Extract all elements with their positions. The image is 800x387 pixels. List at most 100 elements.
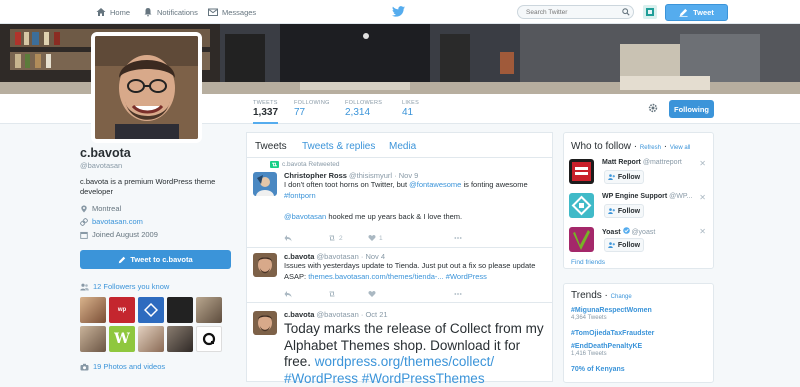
tweet-item[interactable]: c.bavota @bavotasan · Nov 4 Issues with … <box>247 248 552 303</box>
tab-tweets[interactable]: Tweets <box>255 141 287 152</box>
follower-avatar[interactable] <box>138 297 164 323</box>
account-avatar[interactable] <box>643 5 657 19</box>
url-link[interactable]: wordpress.org/themes/collect/ <box>315 354 494 369</box>
nav-home[interactable]: Home <box>96 0 130 24</box>
tweet-author-name[interactable]: Christopher Ross <box>284 171 347 180</box>
suggestion-name[interactable]: Matt Report <box>602 159 641 166</box>
tweet-to-button[interactable]: Tweet to c.bavota <box>80 250 231 269</box>
tab-tweets-replies[interactable]: Tweets & replies <box>302 141 375 152</box>
follower-avatar[interactable] <box>196 326 222 352</box>
more-options-button[interactable] <box>454 290 462 298</box>
suggestion-handle[interactable]: @WP... <box>669 193 692 200</box>
tweet-author-avatar[interactable] <box>253 311 277 335</box>
like-button[interactable] <box>368 290 376 298</box>
stat-following[interactable]: FOLLOWING 77 <box>294 100 330 118</box>
tweet-author-handle[interactable]: @bavotasan <box>317 310 359 319</box>
retweet-button[interactable]: 2 <box>328 234 343 242</box>
hashtag-link[interactable]: #fontporn <box>284 191 316 200</box>
stat-followers[interactable]: FOLLOWERS 2,314 <box>345 100 382 118</box>
tweet-author-avatar[interactable] <box>253 172 277 196</box>
follower-avatar[interactable]: wp <box>109 297 135 323</box>
trend-name[interactable]: #EndDeathPenaltyKE <box>571 343 642 350</box>
trend-name[interactable]: #TomOjiedaTaxFraudster <box>571 330 654 337</box>
profile-avatar[interactable] <box>91 32 202 143</box>
followers-you-know-text[interactable]: 12 Followers you know <box>93 282 169 291</box>
hashtag-link[interactable]: #WordPress #WordPressThemes <box>284 371 485 386</box>
hashtag-link[interactable]: #WordPress <box>446 272 487 281</box>
gear-icon[interactable] <box>647 102 659 114</box>
follower-avatar[interactable] <box>80 297 106 323</box>
photos-videos-link[interactable]: 19 Photos and videos <box>80 362 235 371</box>
follower-avatar[interactable] <box>80 326 106 352</box>
tweet-timestamp[interactable]: Oct 21 <box>365 310 387 319</box>
like-button[interactable]: 1 <box>368 234 383 242</box>
trend-item[interactable]: 70% of Kenyans <box>571 366 625 373</box>
stat-tweets[interactable]: TWEETS 1,337 <box>253 100 279 124</box>
follower-avatar[interactable] <box>196 297 222 323</box>
suggestion-avatar[interactable] <box>569 227 594 252</box>
follower-avatar[interactable] <box>167 326 193 352</box>
nav-messages[interactable]: Messages <box>208 0 256 24</box>
suggestion-avatar[interactable] <box>569 193 594 218</box>
stat-likes[interactable]: LIKES 41 <box>402 100 419 118</box>
follow-button[interactable]: Follow <box>604 238 644 252</box>
follower-avatar[interactable] <box>167 297 193 323</box>
follow-button[interactable]: Follow <box>604 204 644 218</box>
trend-item[interactable]: #TomOjiedaTaxFraudster <box>571 330 654 337</box>
profile-name[interactable]: c.bavota <box>80 146 235 160</box>
twitter-bird-icon[interactable] <box>392 6 405 17</box>
tweet-author-handle[interactable]: @bavotasan <box>317 252 359 261</box>
view-all-link[interactable]: View all <box>670 145 691 151</box>
compose-tweet-button[interactable]: Tweet <box>665 4 728 21</box>
tweet-author-avatar[interactable] <box>253 253 277 277</box>
profile-website[interactable]: bavotasan.com <box>80 217 235 226</box>
profile-handle[interactable]: @bavotasan <box>80 161 235 170</box>
retweet-button[interactable] <box>328 290 336 298</box>
photos-videos-text[interactable]: 19 Photos and videos <box>93 362 165 371</box>
url-link[interactable]: themes.bavotasan.com/themes/tienda-... <box>308 272 444 281</box>
tweet-timestamp[interactable]: Nov 9 <box>399 171 419 180</box>
suggestion-handle[interactable]: @mattreport <box>643 159 682 166</box>
tweet-author-name[interactable]: c.bavota <box>284 310 314 319</box>
trend-item[interactable]: #EndDeathPenaltyKE 1,416 Tweets <box>571 343 642 357</box>
trend-name[interactable]: 70% of Kenyans <box>571 366 625 373</box>
follower-avatar[interactable]: W <box>109 326 135 352</box>
followers-you-know-link[interactable]: 12 Followers you know <box>80 282 235 291</box>
following-button[interactable]: Following <box>669 100 714 118</box>
refresh-link[interactable]: Refresh <box>640 145 661 151</box>
more-options-button[interactable] <box>454 234 462 242</box>
profile-bio: c.bavota is a premium WordPress theme de… <box>80 177 216 196</box>
change-trends-link[interactable]: Change <box>611 294 632 300</box>
follow-button[interactable]: Follow <box>604 170 644 184</box>
mention-link[interactable]: @bavotasan <box>284 212 326 221</box>
retweet-context-text[interactable]: c.bavota Retweeted <box>282 161 339 168</box>
profile-website-text[interactable]: bavotasan.com <box>92 217 143 226</box>
compose-icon <box>119 256 126 263</box>
find-friends-link[interactable]: Find friends <box>571 259 605 266</box>
tweet-item[interactable]: c.bavota Retweeted Christopher Ross @thi… <box>247 158 552 248</box>
suggestion-handle[interactable]: @yoast <box>631 229 655 236</box>
suggestion-name[interactable]: Yoast <box>602 229 621 236</box>
suggestion-avatar[interactable] <box>569 159 594 184</box>
reply-button[interactable] <box>284 290 292 298</box>
tweet-timestamp[interactable]: Nov 4 <box>365 252 385 261</box>
trend-name[interactable]: #MigunaRespectWomen <box>571 307 652 314</box>
dismiss-icon[interactable]: ✕ <box>699 159 706 168</box>
suggestion-item: WP Engine Support @WP... ✕ Follow <box>569 193 709 225</box>
tab-media[interactable]: Media <box>389 141 416 152</box>
profile-location: Montreal <box>80 204 235 213</box>
tweet-item[interactable]: c.bavota @bavotasan · Oct 21 Today marks… <box>247 303 552 386</box>
nav-notifications[interactable]: Notifications <box>143 0 198 24</box>
search-icon[interactable] <box>622 8 630 16</box>
tweet-actions: 2 1 <box>284 233 544 243</box>
dismiss-icon[interactable]: ✕ <box>699 193 706 202</box>
reply-button[interactable] <box>284 234 292 242</box>
trend-item[interactable]: #MigunaRespectWomen 4,364 Tweets <box>571 307 652 321</box>
dismiss-icon[interactable]: ✕ <box>699 227 706 236</box>
tweet-author-handle[interactable]: @thisismyurl <box>349 171 392 180</box>
follower-avatar[interactable] <box>138 326 164 352</box>
suggestion-name[interactable]: WP Engine Support <box>602 193 667 200</box>
tweet-author-name[interactable]: c.bavota <box>284 252 314 261</box>
search-input[interactable] <box>517 5 634 19</box>
mention-link[interactable]: @fontawesome <box>409 180 461 189</box>
